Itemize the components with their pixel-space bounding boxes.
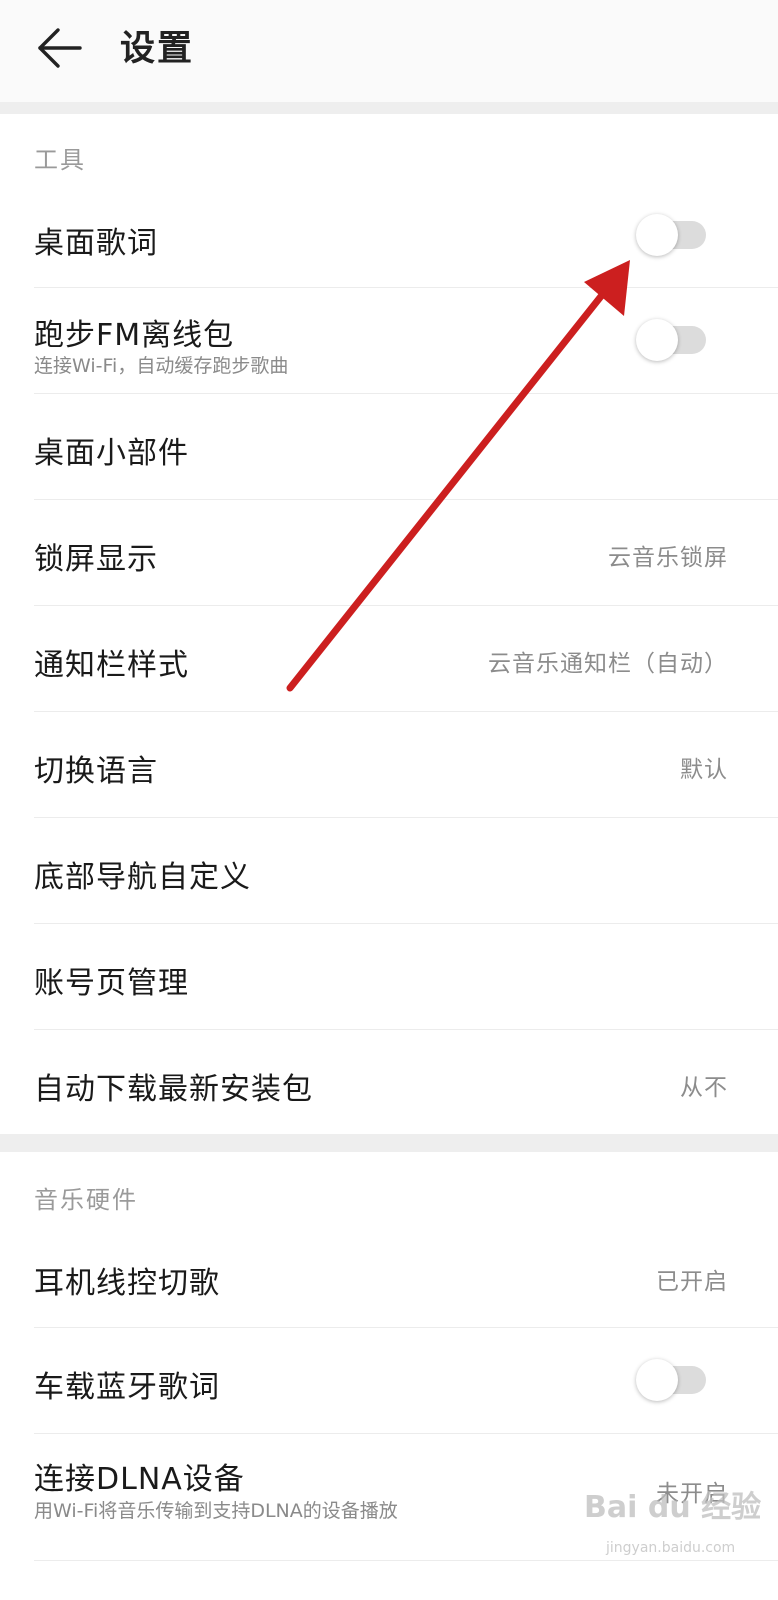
setting-row-notification-style[interactable]: 通知栏样式 云音乐通知栏（自动） [0, 606, 778, 711]
setting-value: 默认 [680, 757, 728, 783]
setting-value: 云音乐锁屏 [608, 545, 728, 571]
header-divider-band [0, 102, 778, 114]
setting-label: 账号页管理 [34, 966, 189, 1001]
setting-row-car-bluetooth[interactable]: 车载蓝牙歌词 [0, 1328, 778, 1433]
setting-description: 连接Wi-Fi，自动缓存跑步歌曲 [34, 355, 289, 377]
section-title-tools: 工具 [34, 146, 86, 174]
back-button[interactable] [34, 22, 86, 74]
car-bluetooth-toggle[interactable] [636, 1359, 706, 1401]
setting-label: 底部导航自定义 [34, 860, 251, 895]
setting-label: 桌面歌词 [34, 226, 158, 261]
baidu-watermark-url: jingyan.baidu.com [606, 1540, 736, 1556]
toggle-knob [636, 319, 678, 361]
top-bar: 设置 [0, 0, 778, 102]
setting-label: 锁屏显示 [34, 542, 158, 577]
desktop-lyrics-toggle[interactable] [636, 214, 706, 256]
setting-value: 从不 [680, 1075, 728, 1101]
setting-label: 耳机线控切歌 [34, 1266, 220, 1301]
setting-row-auto-download[interactable]: 自动下载最新安装包 从不 [0, 1030, 778, 1134]
setting-row-bottom-nav[interactable]: 底部导航自定义 [0, 818, 778, 923]
setting-row-running-fm[interactable]: 跑步FM离线包 连接Wi-Fi，自动缓存跑步歌曲 [0, 288, 778, 393]
setting-row-language[interactable]: 切换语言 默认 [0, 712, 778, 817]
section-divider-band [0, 1134, 778, 1152]
setting-label: 通知栏样式 [34, 648, 189, 683]
setting-value: 云音乐通知栏（自动） [488, 651, 728, 677]
toggle-knob [636, 214, 678, 256]
setting-row-desktop-widget[interactable]: 桌面小部件 [0, 394, 778, 499]
row-divider [34, 1560, 778, 1561]
setting-label: 连接DLNA设备 [34, 1462, 245, 1497]
setting-description: 用Wi-Fi将音乐传输到支持DLNA的设备播放 [34, 1500, 398, 1522]
baidu-watermark: Bai du 经验 [584, 1490, 762, 1525]
section-title-hardware: 音乐硬件 [34, 1186, 138, 1214]
page-title: 设置 [120, 29, 195, 69]
settings-page: 设置 工具 桌面歌词 跑步FM离线包 连接Wi-Fi，自动缓存跑步歌曲 桌面小部… [0, 0, 778, 1600]
setting-label: 桌面小部件 [34, 436, 189, 471]
setting-label: 切换语言 [34, 754, 158, 789]
setting-row-headset-control[interactable]: 耳机线控切歌 已开启 [0, 1224, 778, 1327]
setting-label: 跑步FM离线包 [34, 318, 235, 353]
setting-label: 车载蓝牙歌词 [34, 1370, 220, 1405]
setting-row-lock-screen[interactable]: 锁屏显示 云音乐锁屏 [0, 500, 778, 605]
setting-label: 自动下载最新安装包 [34, 1072, 313, 1107]
setting-value: 已开启 [656, 1269, 728, 1295]
setting-row-desktop-lyrics[interactable]: 桌面歌词 [0, 184, 778, 286]
running-fm-toggle[interactable] [636, 319, 706, 361]
toggle-knob [636, 1359, 678, 1401]
arrow-left-icon [38, 28, 82, 68]
setting-row-account-page[interactable]: 账号页管理 [0, 924, 778, 1029]
